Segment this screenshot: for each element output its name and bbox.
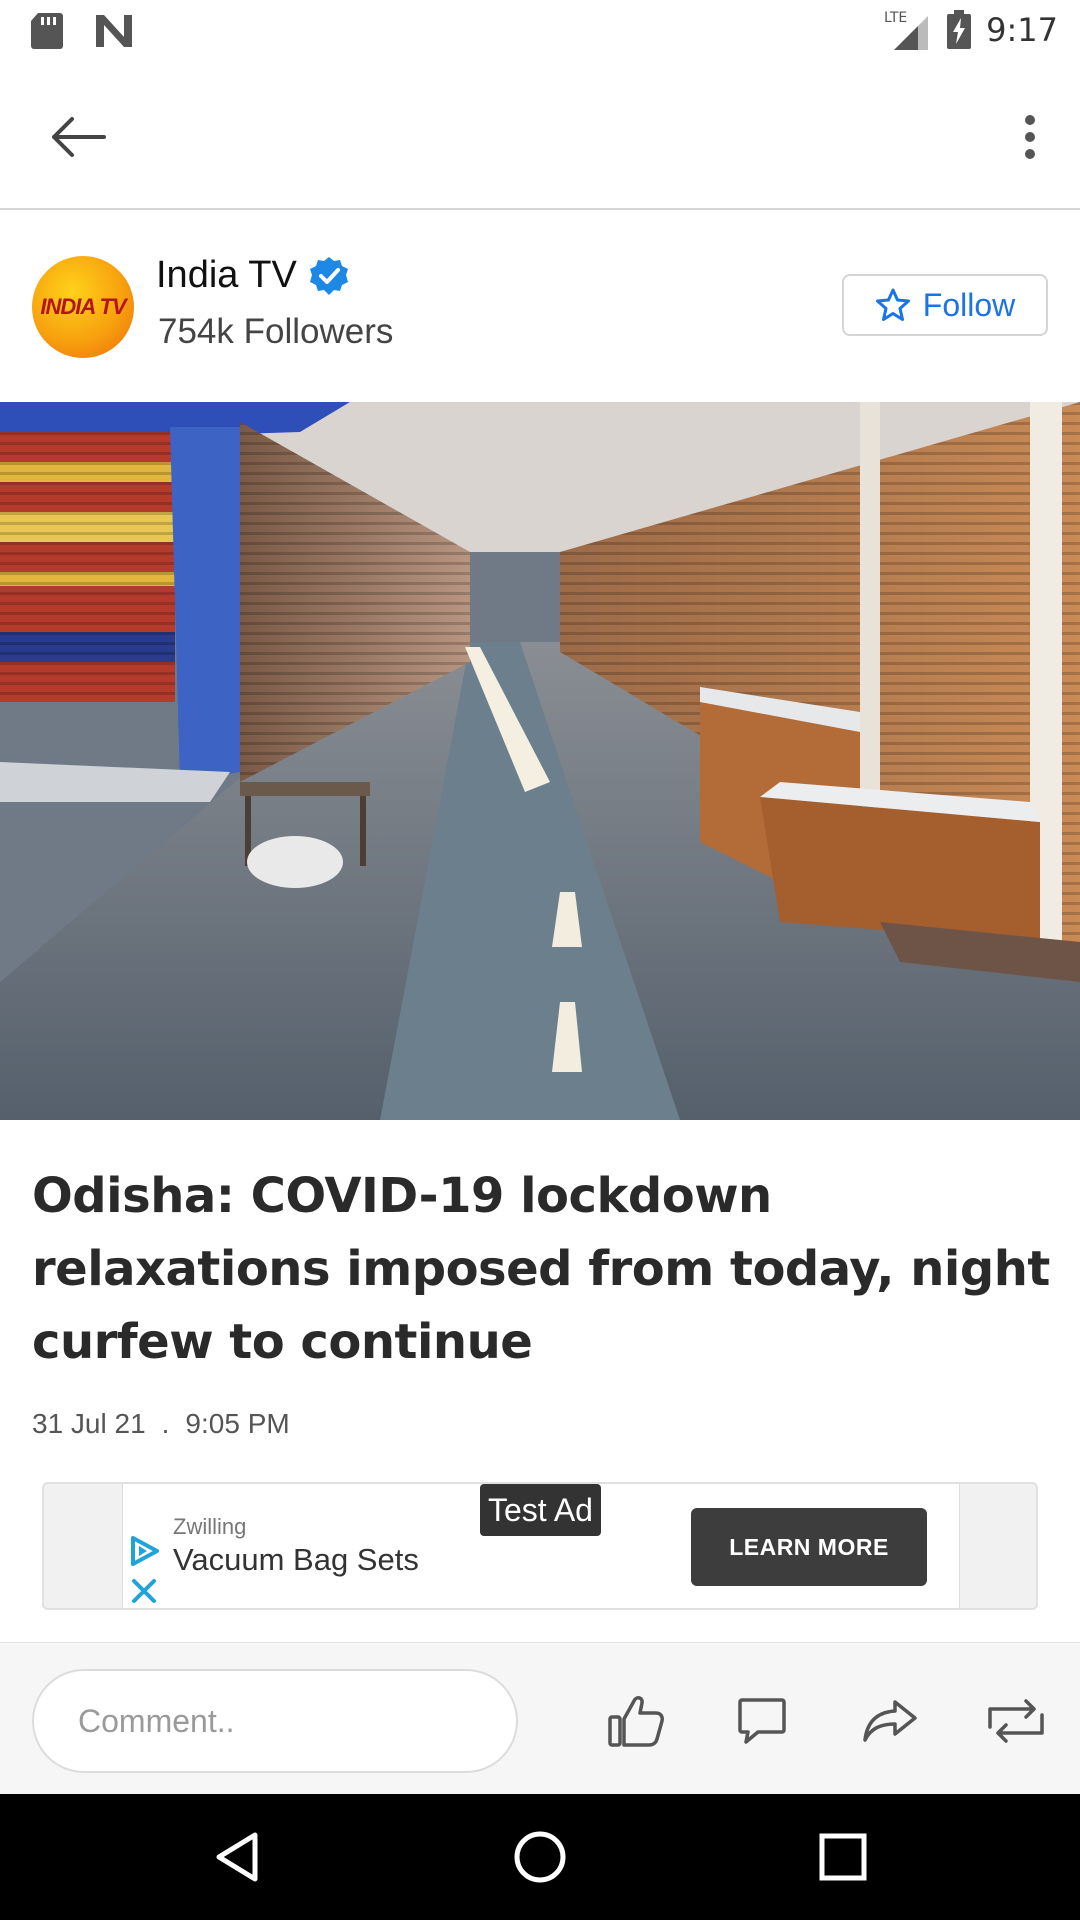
comment-input[interactable] [32,1669,518,1773]
back-button[interactable] [40,102,116,172]
follow-label: Follow [922,286,1016,323]
share-button[interactable] [852,1683,928,1759]
like-icon [608,1696,664,1747]
article-hero-image[interactable] [0,402,1080,1120]
meta-separator: . [161,1408,170,1439]
article-date: 31 Jul 21 [32,1408,146,1439]
comment-button[interactable] [724,1683,800,1759]
share-icon [863,1700,917,1742]
nav-home-button[interactable] [505,1824,575,1890]
verified-badge-icon [309,256,348,295]
nav-back-icon [216,1832,258,1882]
hero-illustration [0,402,1080,1120]
article-headline: Odisha: COVID-19 lockdown relaxations im… [32,1168,1050,1370]
repost-icon [988,1699,1044,1743]
n-notification-icon [96,15,132,47]
status-time: 9:17 [986,11,1058,49]
publisher-logo-text: INDIA TV [40,294,126,319]
article-time: 9:05 PM [185,1408,290,1439]
back-arrow-icon [52,117,106,157]
follow-button[interactable]: Follow [842,274,1048,336]
publisher-header: INDIA TV India TV 754k Followers Follow [0,212,1080,402]
nav-recents-button[interactable] [808,1824,878,1890]
publisher-name[interactable]: India TV [156,254,297,297]
status-bar: LTE 9:17 [0,0,1080,62]
more-vert-icon [1025,115,1035,159]
test-ad-badge: Test Ad [480,1484,601,1536]
publisher-logo[interactable]: INDIA TV [32,256,134,358]
follower-count: 754k Followers [158,312,394,351]
repost-button[interactable] [978,1683,1054,1759]
comment-icon [738,1698,786,1744]
ad-banner[interactable]: Zwilling Vacuum Bag Sets LEARN MORE Test… [42,1482,1038,1610]
star-outline-icon [875,288,910,321]
battery-charging-icon [947,10,972,49]
nav-recents-icon [819,1833,867,1881]
like-button[interactable] [598,1683,674,1759]
nav-back-button[interactable] [202,1824,272,1890]
ad-close-icon[interactable] [127,1574,161,1608]
ad-choices-icon[interactable] [127,1534,161,1568]
bottom-action-bar [0,1642,1080,1794]
system-nav-bar [0,1794,1080,1920]
svg-text:LTE: LTE [884,10,907,26]
app-bar [0,62,1080,210]
ad-learn-more-button[interactable]: LEARN MORE [691,1508,927,1586]
sd-card-icon [31,13,63,49]
article-meta: 31 Jul 21 . 9:05 PM [32,1408,290,1440]
more-options-button[interactable] [1000,102,1060,172]
lte-signal-icon: LTE [884,10,929,50]
ad-title[interactable]: Vacuum Bag Sets [173,1542,419,1578]
ad-brand: Zwilling [173,1514,247,1539]
nav-home-icon [514,1831,566,1883]
